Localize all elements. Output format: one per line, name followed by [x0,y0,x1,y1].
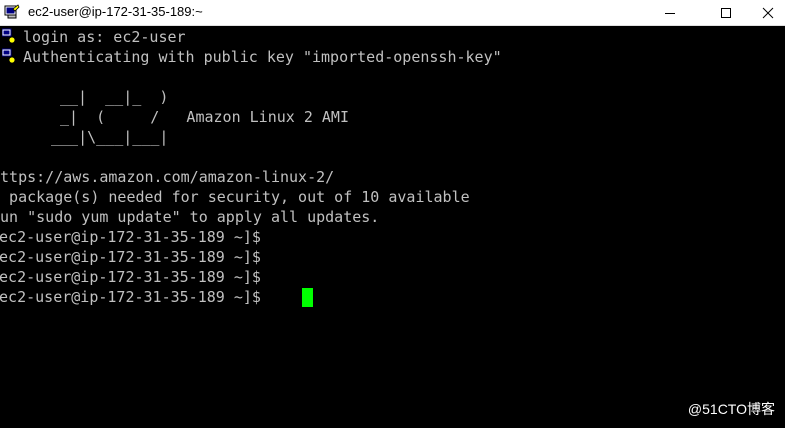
shell-prompt: [ec2-user@ip-172-31-35-189 ~]$ [0,268,261,286]
terminal-line: 1 package(s) needed for security, out of… [0,188,470,206]
ascii-banner-line: _| ( / Amazon Linux 2 AMI [60,108,349,126]
terminal-cursor [302,288,313,307]
putty-terminal-icon[interactable] [4,4,20,20]
minimize-button[interactable] [647,0,693,26]
minimize-icon [665,13,675,14]
close-button[interactable] [751,0,785,26]
close-icon [762,7,774,19]
terminal-line: Authenticating with public key "imported… [23,48,502,66]
terminal-line: Run "sudo yum update" to apply all updat… [0,208,380,226]
terminal-output[interactable]: login as: ec2-user Authenticating with p… [0,26,785,428]
shell-prompt: [ec2-user@ip-172-31-35-189 ~]$ [0,228,261,246]
terminal-line: https://aws.amazon.com/amazon-linux-2/ [0,168,335,186]
key-icon [1,48,16,66]
terminal-line: login as: ec2-user [23,28,186,46]
watermark: @51CTO博客 [687,401,775,417]
shell-prompt: [ec2-user@ip-172-31-35-189 ~]$ [0,288,261,306]
window-title: ec2-user@ip-172-31-35-189:~ [28,4,203,19]
window-title-bar[interactable]: ec2-user@ip-172-31-35-189:~ [0,0,785,26]
key-icon [1,28,16,46]
shell-prompt: [ec2-user@ip-172-31-35-189 ~]$ [0,248,261,266]
maximize-button[interactable] [703,0,749,26]
ascii-banner-line: ___|\___|___| [51,128,169,146]
ascii-banner-line: __| __|_ ) [60,88,169,106]
maximize-icon [721,8,731,18]
